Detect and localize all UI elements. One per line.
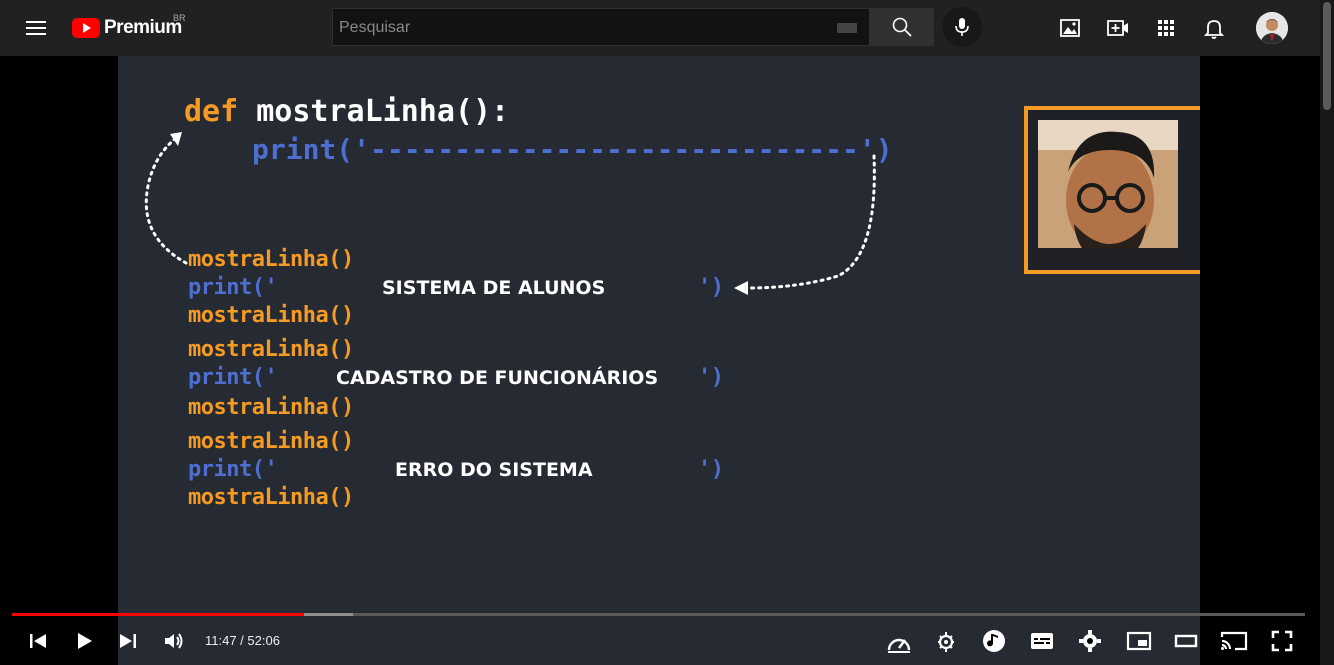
- print-open: print(': [188, 365, 278, 390]
- message-text: CADASTRO DE FUNCIONÁRIOS: [336, 367, 659, 389]
- fullscreen-button[interactable]: [1270, 629, 1294, 653]
- miniplayer-icon: [1126, 631, 1152, 651]
- playback-speed-button[interactable]: [886, 630, 911, 654]
- image-icon[interactable]: [1058, 16, 1082, 40]
- search-icon: [892, 17, 912, 37]
- keyboard-icon[interactable]: [837, 23, 857, 33]
- call-mostralinha: mostraLinha(): [188, 247, 354, 272]
- cast-icon: [1220, 631, 1248, 651]
- settings-icon: [1079, 630, 1101, 652]
- logo-text: Premium: [104, 17, 182, 38]
- next-icon: [120, 634, 136, 648]
- mic-icon: [955, 18, 969, 36]
- country-code: BR: [173, 13, 186, 23]
- page-scrollbar[interactable]: [1320, 0, 1334, 665]
- voice-search-button[interactable]: [942, 7, 982, 47]
- play-button[interactable]: [72, 629, 96, 653]
- time-display: 11:47 / 52:06: [205, 633, 280, 648]
- playback-speed-icon: [887, 638, 911, 653]
- subtitles-icon: [1031, 633, 1053, 649]
- cast-button[interactable]: [1220, 629, 1248, 653]
- presenter-image: [1038, 120, 1178, 264]
- subtitles-button[interactable]: [1030, 629, 1054, 653]
- video-player[interactable]: def mostraLinha(): print('--------------…: [118, 56, 1200, 665]
- create-video-icon[interactable]: [1106, 16, 1130, 40]
- print-close: '): [698, 275, 724, 300]
- volume-icon: [165, 633, 183, 649]
- call-mostralinha: mostraLinha(): [188, 337, 354, 362]
- play-icon: [78, 633, 92, 649]
- search-box: [332, 8, 870, 47]
- avatar[interactable]: [1256, 12, 1288, 44]
- call-mostralinha: mostraLinha(): [188, 303, 354, 328]
- previous-button[interactable]: [26, 629, 50, 653]
- theater-mode-button[interactable]: [1174, 629, 1198, 653]
- miniplayer-button[interactable]: [1126, 629, 1152, 653]
- music-icon: [983, 630, 1005, 652]
- youtube-logo-icon: [72, 18, 100, 38]
- print-close: '): [698, 365, 724, 390]
- settings-button[interactable]: [1078, 629, 1102, 653]
- print-open: print(': [188, 275, 278, 300]
- search-button[interactable]: [870, 8, 934, 46]
- apps-icon[interactable]: [1154, 16, 1178, 40]
- previous-icon: [30, 634, 46, 648]
- theater-mode-icon: [1174, 634, 1198, 648]
- print-close: '): [698, 457, 724, 482]
- webcam-overlay: [1024, 106, 1200, 274]
- autoplay-button[interactable]: [934, 629, 958, 653]
- notifications-icon[interactable]: [1202, 16, 1226, 40]
- autoplay-icon: [938, 632, 954, 652]
- music-button[interactable]: [982, 629, 1006, 653]
- message-text: SISTEMA DE ALUNOS: [382, 277, 606, 299]
- menu-icon[interactable]: [24, 16, 48, 40]
- search-input[interactable]: [333, 9, 841, 47]
- next-button[interactable]: [116, 629, 140, 653]
- call-mostralinha: mostraLinha(): [188, 429, 354, 454]
- call-mostralinha: mostraLinha(): [188, 485, 354, 510]
- print-open: print(': [188, 457, 278, 482]
- call-mostralinha: mostraLinha(): [188, 395, 354, 420]
- progress-played: [12, 613, 305, 616]
- progress-bar[interactable]: [12, 613, 1305, 616]
- volume-button[interactable]: [162, 629, 186, 653]
- scrollbar-thumb[interactable]: [1323, 2, 1331, 110]
- masthead: Premium BR: [0, 0, 1320, 56]
- message-text: ERRO DO SISTEMA: [395, 459, 593, 481]
- youtube-premium-logo[interactable]: Premium: [72, 14, 182, 42]
- fullscreen-icon: [1271, 630, 1293, 652]
